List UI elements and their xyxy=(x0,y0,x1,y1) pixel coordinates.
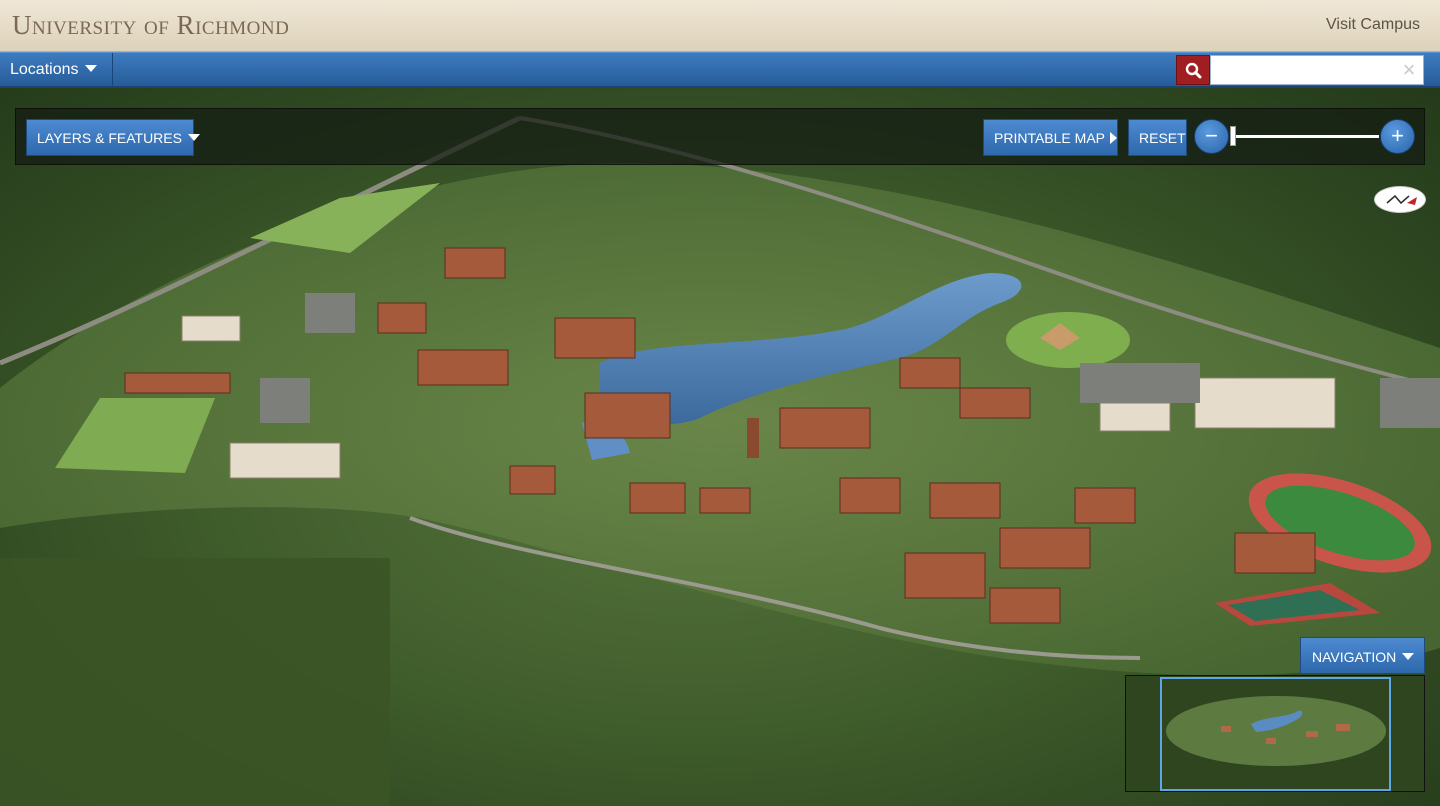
clear-search-icon[interactable]: × xyxy=(1397,57,1421,83)
locations-label: Locations xyxy=(10,61,79,78)
magnifier-icon xyxy=(1185,62,1202,79)
site-header: University of Richmond Visit Campus xyxy=(0,0,1440,52)
zoom-slider-track[interactable] xyxy=(1231,135,1379,138)
zoom-in-button[interactable]: + xyxy=(1380,119,1415,154)
university-logo-text[interactable]: University of Richmond xyxy=(12,10,289,41)
reset-button[interactable]: Reset xyxy=(1128,119,1187,156)
compass-arrow-icon xyxy=(1386,194,1417,205)
zoom-out-button[interactable]: − xyxy=(1194,119,1229,154)
search-button[interactable] xyxy=(1176,55,1210,85)
navigation-label: Navigation xyxy=(1312,649,1397,665)
layers-features-dropdown[interactable]: Layers & Features xyxy=(26,119,200,156)
caret-down-icon xyxy=(84,64,97,72)
layers-features-label: Layers & Features xyxy=(37,130,182,146)
compass-icon[interactable] xyxy=(1374,186,1426,213)
caret-down-icon xyxy=(187,134,200,142)
printable-map-label: Printable Map xyxy=(994,130,1105,146)
printable-map-button[interactable]: Printable Map xyxy=(983,119,1118,156)
top-nav-bar: Locations × xyxy=(0,52,1440,87)
minimap-viewport-frame[interactable] xyxy=(1160,677,1391,791)
visit-campus-link[interactable]: Visit Campus xyxy=(1326,16,1420,34)
locations-dropdown[interactable]: Locations xyxy=(0,53,113,87)
map-toolbar: Layers & Features Printable Map Reset − … xyxy=(15,108,1425,165)
caret-down-icon xyxy=(1402,653,1415,661)
overview-minimap[interactable] xyxy=(1125,675,1425,792)
zoom-slider-handle[interactable] xyxy=(1230,126,1236,146)
navigation-toggle-button[interactable]: Navigation xyxy=(1300,637,1425,674)
campus-map[interactable]: Layers & Features Printable Map Reset − … xyxy=(0,88,1440,806)
search-input[interactable] xyxy=(1210,55,1424,85)
play-arrow-icon xyxy=(1110,131,1117,144)
